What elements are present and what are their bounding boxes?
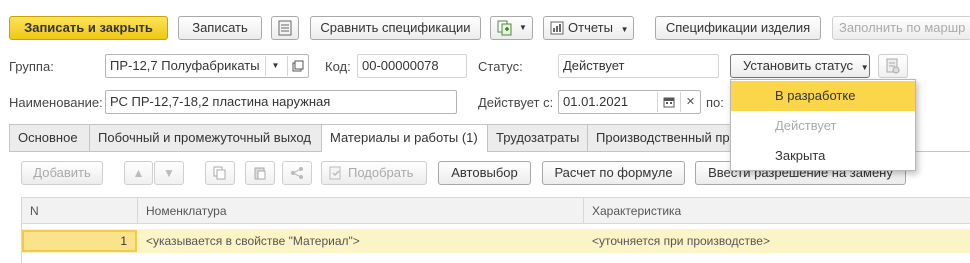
status-label: Статус: [478, 59, 523, 74]
group-value: ПР-12,7 Полуфабрикаты [110, 58, 260, 73]
code-label: Код: [325, 59, 351, 74]
calculate-by-formula-button[interactable]: Расчет по формуле [542, 161, 685, 185]
open-icon [292, 60, 304, 72]
status-dropdown-menu: В разработке Действует Закрыта [730, 79, 916, 171]
copy-button[interactable] [205, 161, 235, 185]
valid-from-value: 01.01.2021 [563, 94, 629, 109]
group-dropdown-button[interactable]: ▼ [265, 56, 285, 76]
copy-icon [213, 166, 226, 180]
close-icon: ✕ [685, 96, 696, 108]
tab-materials-and-works[interactable]: Материалы и работы (1) [321, 124, 488, 152]
status-field: Действует [558, 54, 719, 78]
valid-from-label: Действует с: [478, 95, 554, 110]
create-based-on-button[interactable]: ▼ [490, 16, 533, 40]
pick-icon [329, 166, 341, 180]
move-down-button[interactable]: ▼ [154, 161, 184, 185]
tab-labor-costs[interactable]: Трудозатраты [487, 124, 588, 151]
share-icon [291, 167, 303, 179]
arrow-down-icon: ▼ [163, 166, 175, 180]
calendar-icon [663, 97, 675, 108]
paste-icon [254, 167, 266, 180]
add-button[interactable]: Добавить [21, 161, 103, 185]
reports-button[interactable]: Отчеты ▼ [543, 16, 634, 40]
calendar-button[interactable] [657, 92, 679, 112]
auto-select-button[interactable]: Автовыбор [438, 161, 531, 185]
chevron-down-icon: ▼ [860, 63, 869, 72]
valid-to-label: по: [706, 95, 724, 110]
fill-by-route-button[interactable]: Заполнить по маршр [832, 16, 970, 40]
share-button[interactable] [282, 161, 312, 185]
set-status-label: Установить статус [743, 58, 854, 73]
status-option-in-development[interactable]: В разработке [731, 81, 915, 111]
product-specifications-button[interactable]: Спецификации изделия [655, 16, 821, 40]
status-history-button[interactable] [878, 54, 908, 78]
nomenclature-cell[interactable]: <указывается в свойстве "Материал"> [138, 229, 584, 253]
group-label: Группа: [9, 59, 54, 74]
code-field[interactable]: 00-00000078 [357, 54, 467, 78]
grid-header-n[interactable]: N [22, 198, 138, 224]
grid-header-nomenclature[interactable]: Номенклатура [138, 198, 584, 224]
row-number: 1 [120, 234, 127, 248]
row-number-cell[interactable]: 1 [22, 230, 137, 252]
history-icon [886, 58, 900, 74]
document-list-icon [278, 20, 292, 36]
group-open-button[interactable] [287, 56, 307, 76]
status-option-closed[interactable]: Закрыта [731, 141, 915, 171]
set-status-button[interactable]: Установить статус ▼ [730, 54, 870, 78]
reports-label: Отчеты [568, 20, 613, 35]
create-based-icon [497, 20, 512, 36]
status-value: Действует [563, 58, 625, 73]
tab-production-process[interactable]: Производственный пр [587, 124, 733, 151]
reports-icon [550, 21, 564, 35]
move-up-button[interactable]: ▲ [124, 161, 153, 185]
status-option-active: Действует [775, 118, 837, 133]
name-label: Наименование: [9, 95, 103, 110]
tab-main[interactable]: Основное [9, 124, 90, 151]
paste-button[interactable] [245, 161, 275, 185]
name-value: РС ПР-12,7-18,2 пластина наружная [110, 94, 331, 109]
save-and-close-button[interactable]: Записать и закрыть [9, 16, 168, 40]
chevron-down-icon: ▼ [271, 61, 280, 70]
characteristic-cell[interactable]: <уточняется при производстве> [584, 229, 970, 253]
tab-side-output[interactable]: Побочный и промежуточный выход [89, 124, 322, 151]
clear-date-button[interactable]: ✕ [680, 92, 700, 112]
chevron-down-icon: ▼ [620, 25, 629, 34]
chevron-down-icon: ▼ [519, 23, 527, 32]
code-value: 00-00000078 [362, 58, 439, 73]
pick-label: Подобрать [348, 165, 414, 180]
compare-specifications-button[interactable]: Сравнить спецификации [310, 16, 481, 40]
arrow-up-icon: ▲ [132, 166, 145, 180]
grid-header-characteristic[interactable]: Характеристика [584, 198, 970, 224]
name-field[interactable]: РС ПР-12,7-18,2 пластина наружная [105, 90, 457, 114]
pick-button[interactable]: Подобрать [321, 161, 427, 185]
save-button[interactable]: Записать [178, 16, 262, 40]
print-list-button[interactable] [271, 16, 299, 40]
